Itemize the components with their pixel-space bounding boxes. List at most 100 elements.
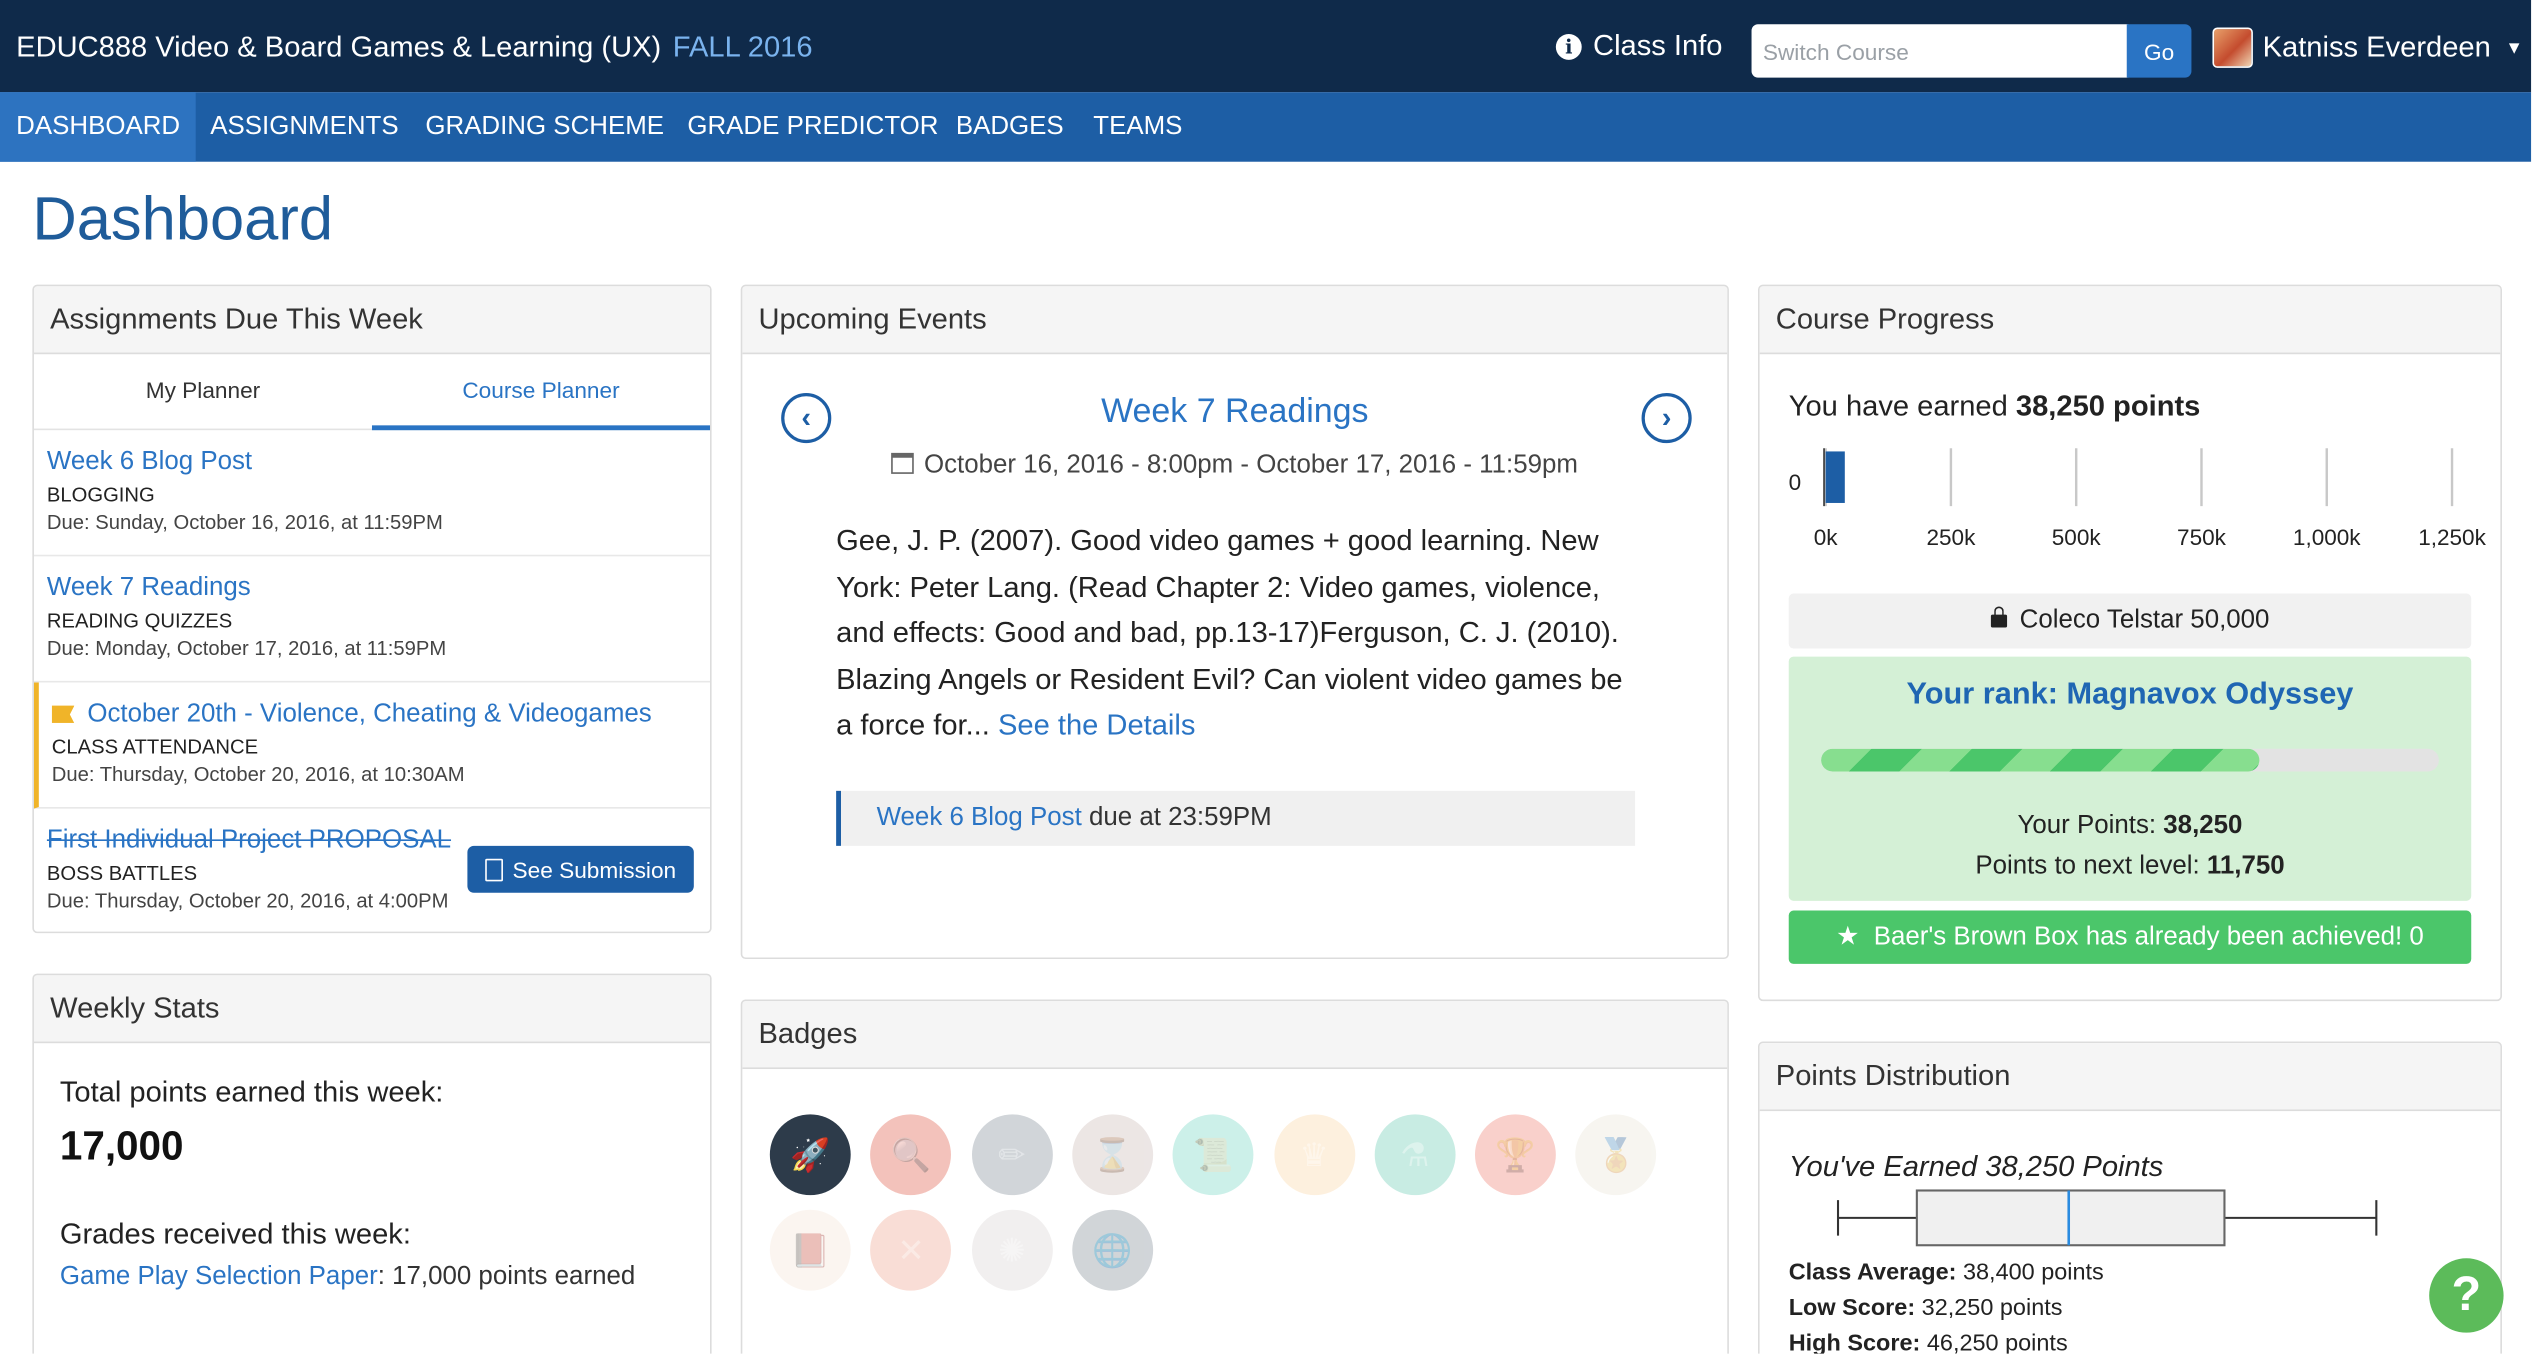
sparkle-icon: ✺: [998, 1233, 1026, 1270]
weekly-stats-panel: Weekly Stats Total points earned this we…: [32, 973, 712, 1354]
pencils-badge[interactable]: ✏: [971, 1114, 1053, 1196]
box-iqr: [1915, 1189, 2226, 1247]
axis-tick-label: 500k: [2052, 525, 2102, 550]
crown-badge[interactable]: ♛: [1273, 1114, 1355, 1196]
class-average-row: Class Average: 38,400 points: [1789, 1260, 2104, 1286]
crown-icon: ♛: [1299, 1138, 1329, 1175]
trophy-icon: 🏆: [1495, 1138, 1536, 1175]
sparkle-badge[interactable]: ✺: [971, 1209, 1053, 1291]
axis-zero-label: 0: [1789, 470, 1802, 495]
medal-badge[interactable]: 🏅: [1575, 1114, 1657, 1196]
assignments-panel: Assignments Due This Week My Planner Cou…: [32, 284, 712, 934]
distribution-earned: You've Earned 38,250 Points: [1788, 1149, 2164, 1183]
nav-grade-predictor[interactable]: GRADE PREDICTOR: [671, 92, 954, 162]
globe-icon: 🌐: [1092, 1233, 1133, 1270]
event-description: Gee, J. P. (2007). Good video games + go…: [836, 518, 1645, 748]
event-title[interactable]: Week 7 Readings: [742, 393, 1727, 432]
assignment-category: BLOGGING: [46, 483, 155, 507]
high-score-label: High Score:: [1788, 1331, 1921, 1354]
next-level-label: Coleco Telstar 50,000: [2019, 606, 2270, 634]
next-level-points-label: Points to next level:: [1975, 852, 2207, 880]
nav-teams[interactable]: TEAMS: [1077, 92, 1198, 162]
trophy-badge[interactable]: 🏆: [1475, 1114, 1556, 1196]
nav-badges[interactable]: BADGES: [940, 92, 1080, 162]
tab-course-planner[interactable]: Course Planner: [371, 354, 710, 431]
course-name[interactable]: Video & Board Games & Learning (UX): [155, 31, 661, 65]
next-level-points-value: 11,750: [2206, 852, 2285, 880]
grade-link[interactable]: Game Play Selection Paper: [60, 1263, 378, 1290]
certificate-badge[interactable]: 📜: [1172, 1114, 1254, 1196]
class-info-link[interactable]: i Class Info: [1555, 29, 1723, 63]
tab-my-planner[interactable]: My Planner: [34, 354, 372, 430]
hourglass-badge[interactable]: ⌛: [1072, 1114, 1153, 1196]
achievement-banner[interactable]: ★ Baer's Brown Box has already been achi…: [1788, 910, 2472, 964]
class-average-label: Class Average:: [1788, 1259, 1957, 1286]
certificate-icon: 📜: [1193, 1138, 1234, 1175]
star-icon: ★: [1836, 923, 1860, 951]
axis-tick-label: 250k: [1926, 525, 1976, 550]
weekly-total-value: 17,000: [59, 1124, 184, 1170]
progress-bar-mark: [1825, 451, 1845, 503]
nav-assignments[interactable]: ASSIGNMENTS: [194, 92, 415, 162]
course-code[interactable]: EDUC888: [16, 31, 147, 65]
low-score-row: Low Score: 32,250 points: [1789, 1295, 2063, 1321]
badges-panel: Badges 🚀 🔍 ✏ ⌛ 📜 ♛ ⚗ 🏆 🏅 📕 ✕ ✺ 🌐: [740, 999, 1729, 1354]
due-assignment-link[interactable]: Week 6 Blog Post: [877, 804, 1082, 831]
nav-grading-scheme[interactable]: GRADING SCHEME: [409, 92, 680, 162]
list-item: Week 6 Blog Post BLOGGING Due: Sunday, O…: [33, 430, 710, 557]
low-score-value: 32,250 points: [1915, 1295, 2063, 1322]
help-button[interactable]: ?: [2429, 1258, 2504, 1333]
points-distribution-title: Points Distribution: [1759, 1043, 2501, 1112]
rank-progress-bar: [1821, 748, 2439, 772]
assignment-category: READING QUIZZES: [46, 609, 233, 633]
page-title: Dashboard: [32, 185, 334, 254]
flask-badge[interactable]: ⚗: [1374, 1114, 1456, 1196]
progress-chart: 0 0k 250k 500k 750k 1,000k 1,250k: [1789, 448, 2487, 550]
axis-tick-label: 750k: [2177, 525, 2227, 550]
caret-down-icon: ▼: [2505, 38, 2523, 58]
high-score-value: 46,250 points: [1920, 1331, 2068, 1354]
see-submission-button[interactable]: See Submission: [467, 845, 694, 893]
rocket-badge[interactable]: 🚀: [769, 1114, 851, 1196]
go-button[interactable]: Go: [2126, 24, 2192, 78]
assignment-link[interactable]: October 20th - Violence, Cheating & Vide…: [87, 700, 651, 727]
grade-text: : 17,000 points earned: [377, 1263, 636, 1291]
class-average-value: 38,400 points: [1956, 1259, 2104, 1286]
book-icon: 📕: [790, 1233, 831, 1270]
hourglass-icon: ⌛: [1092, 1138, 1133, 1175]
next-level-row: Coleco Telstar 50,000: [1788, 593, 2472, 649]
event-date-row: October 16, 2016 - 8:00pm - October 17, …: [742, 451, 1727, 480]
lock-icon: [1990, 606, 2007, 628]
book-badge[interactable]: 📕: [769, 1209, 851, 1291]
list-item: October 20th - Violence, Cheating & Vide…: [33, 682, 710, 809]
nav-dashboard[interactable]: DASHBOARD: [0, 92, 197, 162]
assignment-link[interactable]: Week 7 Readings: [47, 574, 710, 603]
assignment-due: Due: Thursday, October 20, 2016, at 10:3…: [51, 763, 465, 787]
achievement-text: Baer's Brown Box has already been achiev…: [1873, 923, 2424, 951]
avatar: [2212, 27, 2253, 68]
switch-course-input[interactable]: [1751, 24, 2129, 78]
globe-badge[interactable]: 🌐: [1072, 1209, 1153, 1291]
points-distribution-panel: Points Distribution You've Earned 38,250…: [1758, 1041, 2502, 1354]
axis-tick-label: 1,000k: [2293, 525, 2361, 550]
pencils-icon: ✏: [998, 1138, 1026, 1175]
weekly-total-label: Total points earned this week:: [59, 1075, 444, 1108]
user-menu[interactable]: Katniss Everdeen ▼: [2212, 27, 2523, 68]
points-earned-row: You have earned 38,250 points: [1789, 390, 2201, 424]
assignment-link[interactable]: Week 6 Blog Post: [47, 448, 710, 477]
axis-tick-label: 0k: [1814, 525, 1839, 550]
list-item: Week 7 Readings READING QUIZZES Due: Mon…: [33, 556, 710, 683]
your-points-row: Your Points: 38,250: [1789, 812, 2472, 841]
distribution-boxplot: [1836, 1189, 2378, 1247]
assignments-panel-title: Assignments Due This Week: [33, 286, 710, 355]
medal-icon: 🏅: [1596, 1138, 1637, 1175]
magnifier-badge[interactable]: 🔍: [870, 1114, 952, 1196]
user-name: Katniss Everdeen: [2262, 30, 2491, 64]
top-bar: EDUC888 Video & Board Games & Learning (…: [0, 0, 2532, 93]
strategy-badge[interactable]: ✕: [870, 1209, 952, 1291]
points-earned-value: 38,250 points: [2015, 389, 2201, 423]
see-details-link[interactable]: See the Details: [998, 708, 1195, 740]
document-icon: [485, 857, 503, 881]
due-notice: Week 6 Blog Post due at 23:59PM: [836, 790, 1636, 846]
strategy-icon: ✕: [897, 1233, 925, 1270]
